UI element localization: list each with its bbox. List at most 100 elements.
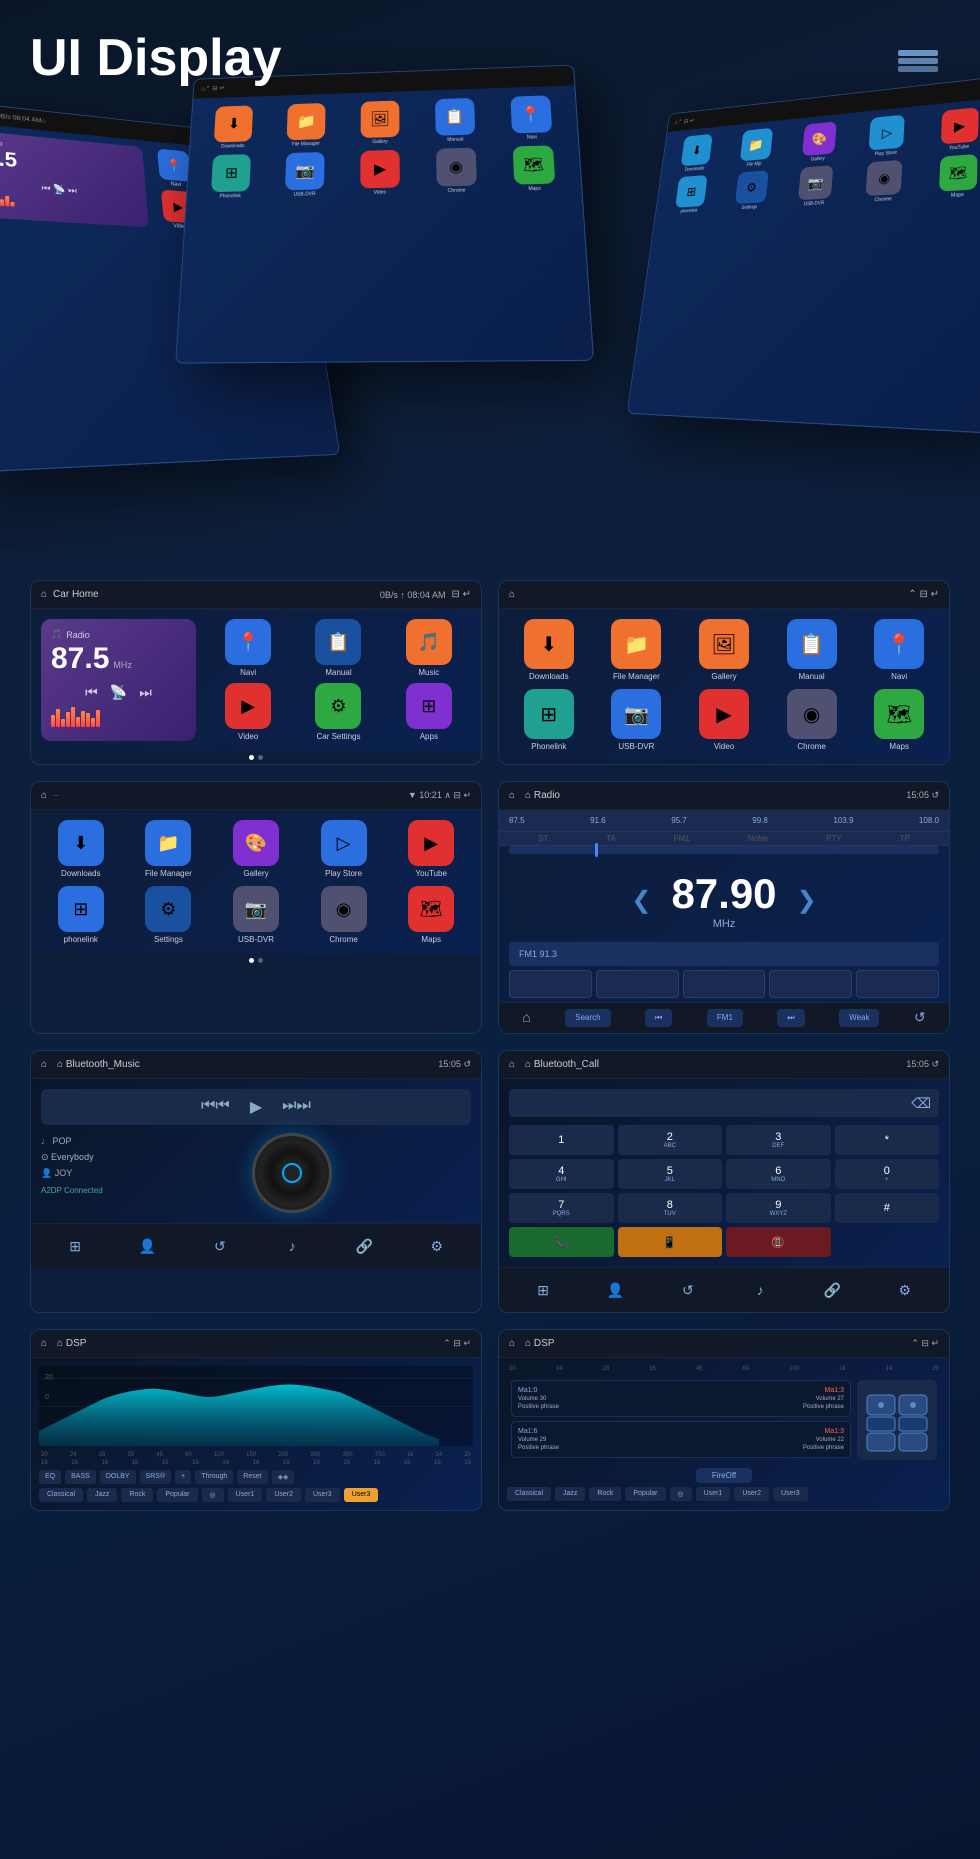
prev-icon[interactable]: ⏮ [85,684,98,701]
app-downloads[interactable]: ⬇ Downloads [509,619,589,681]
key-0plus[interactable]: 0 + [835,1159,940,1189]
rpreset-user2[interactable]: User2 [734,1487,769,1501]
bt-icon-link[interactable]: 🔗 [350,1232,378,1260]
preset-user1[interactable]: User1 [228,1488,263,1502]
rpreset-user1[interactable]: User1 [696,1487,731,1501]
app-gal2[interactable]: 🎨 Gallery [216,820,296,878]
backspace-icon[interactable]: ⌫ [911,1095,931,1112]
rpreset-popular[interactable]: Popular [625,1487,665,1501]
app-youtube[interactable]: ▶ YouTube [391,820,471,878]
app-music[interactable]: 🎵 Music [387,619,471,677]
app-dl2[interactable]: ⬇ Downloads [41,820,121,878]
key-bt-call[interactable]: 📱 [618,1227,723,1257]
app-chrome[interactable]: ◉ Chrome [772,689,852,751]
app-filemanager[interactable]: 📁 File Manager [597,619,677,681]
call-icon-settings[interactable]: ⚙ [891,1276,919,1304]
dsp-reset-btn[interactable]: Reset [237,1470,267,1484]
key-4[interactable]: 4 GHI [509,1159,614,1189]
bt-prev-btn[interactable]: ⏮⏮ [201,1097,230,1117]
bt-icon-music[interactable]: ♪ [278,1232,306,1260]
app-playstore[interactable]: ▷ Play Store [304,820,384,878]
app-navi[interactable]: 📍 Navi [206,619,290,677]
dsp-through-btn[interactable]: Through [195,1470,233,1484]
key-hash[interactable]: # [835,1193,940,1223]
key-5[interactable]: 5 JKL [618,1159,723,1189]
key-3[interactable]: 3 DEF [726,1125,831,1155]
next-button[interactable]: ⏭ [777,1009,804,1027]
app-video2[interactable]: ▶ Video [684,689,764,751]
key-end-call[interactable]: 📵 [726,1227,831,1257]
call-icon-link[interactable]: 🔗 [818,1276,846,1304]
app-maps[interactable]: 🗺 Maps [859,689,939,751]
prev-button[interactable]: ⏮ [645,1009,672,1027]
dsp-dots-btn[interactable]: ◈◈ [272,1470,295,1484]
dsp-eq-btn[interactable]: EQ [39,1470,61,1484]
fire-off-label[interactable]: FireOff [696,1468,752,1483]
preset-popular[interactable]: Popular [157,1488,197,1502]
app-video[interactable]: ▶ Video [206,683,290,741]
call-icon-grid[interactable]: ⊞ [529,1276,557,1304]
radio-next-arrow[interactable]: ❯ [797,886,817,915]
key-1[interactable]: 1 [509,1125,614,1155]
app-usbdvr[interactable]: 📷 USB-DVR [597,689,677,751]
call-icon-person[interactable]: 👤 [601,1276,629,1304]
preset-slot-5[interactable] [856,970,939,998]
app-navi2[interactable]: 📍 Navi [859,619,939,681]
bt-icon-grid[interactable]: ⊞ [61,1232,89,1260]
call-icon-music[interactable]: ♪ [746,1276,774,1304]
next-icon[interactable]: ⏭ [139,684,152,701]
preset-slot-3[interactable] [683,970,766,998]
dsp-dolby-btn[interactable]: DOLBY [100,1470,136,1484]
app-fm2[interactable]: 📁 File Manager [129,820,209,878]
rpreset-jazz[interactable]: Jazz [555,1487,585,1501]
bt-next-btn[interactable]: ⏭⏭ [282,1097,311,1117]
bt-icon-settings[interactable]: ⚙ [423,1232,451,1260]
key-star[interactable]: * [835,1125,940,1155]
preset-slot-1[interactable] [509,970,592,998]
rpreset-rock[interactable]: Rock [589,1487,621,1501]
key-7[interactable]: 7 PQRS [509,1193,614,1223]
bt-icon-refresh[interactable]: ↺ [206,1232,234,1260]
dsp-srs-btn[interactable]: SRS® [140,1470,172,1484]
search-button[interactable]: Search [565,1009,610,1027]
app-manual2[interactable]: 📋 Manual [772,619,852,681]
preset-jazz[interactable]: Jazz [87,1488,117,1502]
key-9[interactable]: 9 WXYZ [726,1193,831,1223]
rpreset-classical[interactable]: Classical [507,1487,551,1501]
preset-user3-active[interactable]: User3 [344,1488,379,1502]
preset-rock[interactable]: Rock [121,1488,153,1502]
signal-icon[interactable]: 📡 [110,684,127,701]
app-manual[interactable]: 📋 Manual [296,619,380,677]
fm1-button[interactable]: FM1 [707,1009,743,1027]
weak-button[interactable]: Weak [839,1009,879,1027]
radio-back-btn[interactable]: ↺ [914,1009,926,1027]
app-phonelink[interactable]: ⊞ Phonelink [509,689,589,751]
rpreset-user3[interactable]: User3 [773,1487,808,1501]
rpreset-circle[interactable]: ◎ [670,1487,692,1501]
app-set2[interactable]: ⚙ Settings [129,886,209,944]
key-2[interactable]: 2 ABC [618,1125,723,1155]
dsp-plus-btn[interactable]: + [175,1470,191,1484]
key-8[interactable]: 8 TUV [618,1193,723,1223]
app-apps[interactable]: ⊞ Apps [387,683,471,741]
preset-slot-2[interactable] [596,970,679,998]
bt-icon-person[interactable]: 👤 [133,1232,161,1260]
call-icon-refresh[interactable]: ↺ [674,1276,702,1304]
app-car-settings[interactable]: ⚙ Car Settings [296,683,380,741]
radio-prev-arrow[interactable]: ❮ [631,886,651,915]
preset-circle[interactable]: ◎ [202,1488,224,1502]
bt-play-btn[interactable]: ▶ [250,1097,262,1117]
app-chr2[interactable]: ◉ Chrome [304,886,384,944]
key-call[interactable]: 📞 [509,1227,614,1257]
preset-classical[interactable]: Classical [39,1488,83,1502]
radio-home-btn[interactable]: ⌂ [522,1009,530,1027]
app-gallery[interactable]: 🖼 Gallery [684,619,764,681]
app-pl2[interactable]: ⊞ phonelink [41,886,121,944]
dsp-bass-btn[interactable]: BASS [65,1470,96,1484]
preset-slot-4[interactable] [769,970,852,998]
key-6[interactable]: 6 MNO [726,1159,831,1189]
app-usb2[interactable]: 📷 USB-DVR [216,886,296,944]
preset-user2[interactable]: User2 [266,1488,301,1502]
app-maps2[interactable]: 🗺 Maps [391,886,471,944]
preset-user3[interactable]: User3 [305,1488,340,1502]
